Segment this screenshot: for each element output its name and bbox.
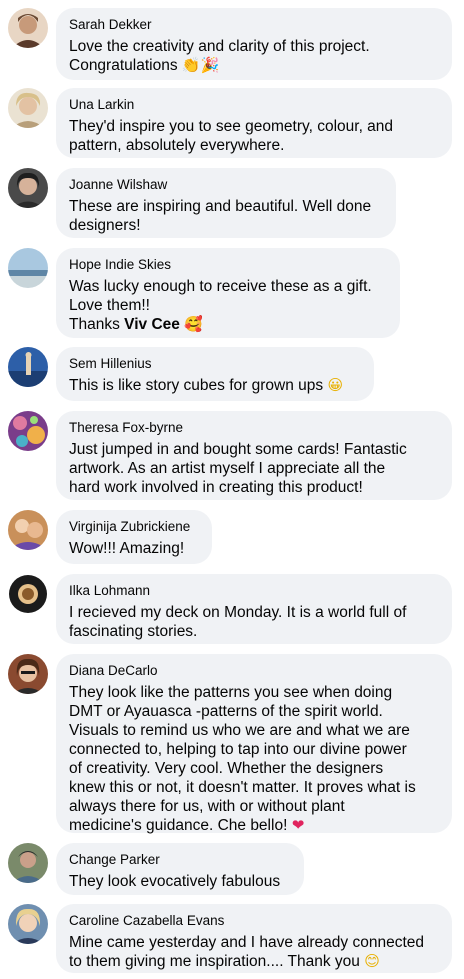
- comment-bubble: Sarah Dekker Love the creativity and cla…: [56, 8, 452, 80]
- avatar[interactable]: [8, 411, 48, 451]
- comment-bubble: Diana DeCarlo They look like the pattern…: [56, 654, 452, 834]
- avatar[interactable]: [8, 8, 48, 48]
- comment-author[interactable]: Caroline Cazabella Evans: [69, 912, 438, 929]
- comment-text-line: Thanks Viv Cee 🥰: [69, 315, 203, 333]
- comment-text-line: They'd inspire you to see geometry, colo…: [69, 118, 394, 135]
- comment-text-line: to them giving me inspiration.... Thank …: [69, 952, 380, 970]
- comment-text-line: I recieved my deck on Monday. It is a wo…: [69, 604, 407, 621]
- avatar[interactable]: [8, 510, 48, 550]
- comment-bubble: Caroline Cazabella Evans Mine came yeste…: [56, 904, 452, 973]
- comment-text-line: always there for us, with or without pla…: [69, 798, 345, 815]
- smiling-face-with-hearts-icon: 🥰: [184, 315, 203, 333]
- comment-author[interactable]: Diana DeCarlo: [69, 662, 438, 679]
- avatar[interactable]: [8, 248, 48, 288]
- grinning-face-icon: 😀: [327, 376, 344, 394]
- comment-bubble: Sem Hillenius This is like story cubes f…: [56, 347, 374, 401]
- comment-author[interactable]: Una Larkin: [69, 96, 438, 113]
- comment-text-line: Visuals to remind us who we are and what…: [69, 722, 410, 739]
- comment-author[interactable]: Change Parker: [69, 851, 290, 868]
- comment-text-line: Love them!!: [69, 297, 150, 314]
- comment-bubble: Una Larkin They'd inspire you to see geo…: [56, 88, 452, 158]
- comment-author[interactable]: Theresa Fox-byrne: [69, 419, 438, 436]
- comment-bubble: Hope Indie Skies Was lucky enough to rec…: [56, 248, 400, 338]
- comment-text-line: connected to, helping to tap into our di…: [69, 741, 407, 758]
- comment-text-line: of creativity. Very cool. Whether the de…: [69, 760, 384, 777]
- comment-text-line: Love the creativity and clarity of this …: [69, 38, 370, 55]
- comment-bubble: Change Parker They look evocatively fabu…: [56, 843, 304, 895]
- comment-text-line: pattern, absolutely everywhere.: [69, 137, 285, 154]
- comment-bubble: Ilka Lohmann I recieved my deck on Monda…: [56, 574, 452, 644]
- comment-text-line: They look evocatively fabulous: [69, 873, 281, 890]
- party-popper-icon: 🎉: [200, 56, 220, 74]
- avatar[interactable]: [8, 843, 48, 883]
- avatar[interactable]: [8, 904, 48, 944]
- comment-text-line: This is like story cubes for grown ups 😀: [69, 376, 344, 394]
- comment-text-line: knew this or not, it doesn't matter. It …: [69, 779, 416, 796]
- smiling-face-icon: 😊: [364, 952, 380, 970]
- comment-author[interactable]: Virginija Zubrickiene: [69, 518, 198, 535]
- avatar[interactable]: [8, 168, 48, 208]
- comment-text-line: They look like the patterns you see when…: [69, 684, 393, 701]
- comment-text-line: fascinating stories.: [69, 623, 198, 640]
- comment-author[interactable]: Sem Hillenius: [69, 355, 360, 372]
- comment-author[interactable]: Sarah Dekker: [69, 16, 438, 33]
- mention-link[interactable]: Viv Cee: [124, 316, 180, 333]
- avatar[interactable]: [8, 347, 48, 387]
- comment-text-line: Congratulations 👏🎉: [69, 56, 220, 74]
- comment-author[interactable]: Ilka Lohmann: [69, 582, 438, 599]
- comment-bubble: Virginija Zubrickiene Wow!!! Amazing!: [56, 510, 212, 564]
- comment-text-line: hard work involved in creating this prod…: [69, 479, 363, 496]
- comment-text-line: artwork. As an artist myself I appreciat…: [69, 460, 386, 477]
- comment-text-line: DMT or Ayauasca -patterns of the spirit …: [69, 703, 383, 720]
- comment-text-line: These are inspiring and beautiful. Well …: [69, 198, 372, 215]
- comment-text-line: designers!: [69, 217, 141, 234]
- avatar[interactable]: [8, 88, 48, 128]
- comment-text-line: Wow!!! Amazing!: [69, 540, 185, 557]
- comment-bubble: Theresa Fox-byrne Just jumped in and bou…: [56, 411, 452, 500]
- comment-text-line: Was lucky enough to receive these as a g…: [69, 278, 372, 295]
- comment-author[interactable]: Joanne Wilshaw: [69, 176, 382, 193]
- avatar[interactable]: [8, 574, 48, 614]
- red-heart-icon: ❤: [291, 816, 305, 834]
- comment-text-line: Mine came yesterday and I have already c…: [69, 934, 424, 951]
- comment-bubble: Joanne Wilshaw These are inspiring and b…: [56, 168, 396, 238]
- comment-text-line: Just jumped in and bought some cards! Fa…: [69, 441, 407, 458]
- clapping-hands-icon: 👏: [181, 56, 201, 74]
- comment-text-line: medicine's guidance. Che bello! ❤: [69, 816, 305, 834]
- comment-author[interactable]: Hope Indie Skies: [69, 256, 386, 273]
- avatar[interactable]: [8, 654, 48, 694]
